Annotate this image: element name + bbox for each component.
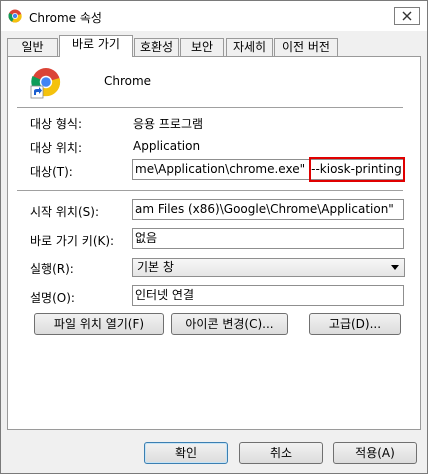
start-in-label: 시작 위치(S): xyxy=(30,205,99,219)
change-icon-button[interactable]: 아이콘 변경(C)... xyxy=(171,313,288,335)
cancel-button[interactable]: 취소 xyxy=(239,442,323,464)
open-file-location-button[interactable]: 파일 위치 열기(F) xyxy=(34,313,164,335)
chevron-down-icon xyxy=(391,265,399,270)
tab-shortcut[interactable]: 바로 가기 xyxy=(59,35,133,57)
close-button[interactable] xyxy=(394,7,420,25)
hotkey-label: 바로 가기 키(K): xyxy=(30,234,115,248)
target-path-text: me\Application\chrome.exe" xyxy=(135,162,306,176)
run-select-value: 기본 창 xyxy=(137,260,174,274)
ok-button[interactable]: 확인 xyxy=(144,442,228,464)
title-bar[interactable]: Chrome 속성 xyxy=(1,1,427,31)
divider xyxy=(17,107,403,108)
target-location-label: 대상 위치: xyxy=(30,141,83,155)
target-type-label: 대상 형식: xyxy=(30,117,83,131)
tab-details[interactable]: 자세히 xyxy=(226,38,273,56)
target-label: 대상(T): xyxy=(30,165,73,179)
apply-button[interactable]: 적용(A) xyxy=(333,442,417,464)
divider xyxy=(17,190,403,191)
tab-compatibility[interactable]: 호환성 xyxy=(134,38,179,56)
advanced-button[interactable]: 고급(D)... xyxy=(309,313,401,335)
run-label: 실행(R): xyxy=(30,262,74,276)
shortcut-name: Chrome xyxy=(104,74,152,88)
run-select[interactable]: 기본 창 xyxy=(132,258,405,277)
argument-highlight-box xyxy=(309,157,405,182)
target-type-value: 응용 프로그램 xyxy=(133,117,204,131)
hotkey-input[interactable]: 없음 xyxy=(132,228,404,249)
comment-label: 설명(O): xyxy=(30,291,75,305)
tab-previous-versions[interactable]: 이전 버전 xyxy=(274,38,338,56)
comment-input[interactable]: 인터넷 연결 xyxy=(132,285,404,306)
window-title: Chrome 속성 xyxy=(29,11,102,25)
chrome-icon xyxy=(8,9,22,23)
start-in-input[interactable]: am Files (x86)\Google\Chrome\Application… xyxy=(132,199,404,220)
tab-security[interactable]: 보안 xyxy=(180,38,224,56)
close-icon xyxy=(402,11,412,21)
chrome-shortcut-icon xyxy=(30,68,61,99)
tab-general[interactable]: 일반 xyxy=(7,38,58,56)
properties-window: Chrome 속성 일반 바로 가기 호환성 보안 자세히 이전 버전 Chro… xyxy=(0,0,428,474)
target-location-value: Application xyxy=(133,139,201,153)
